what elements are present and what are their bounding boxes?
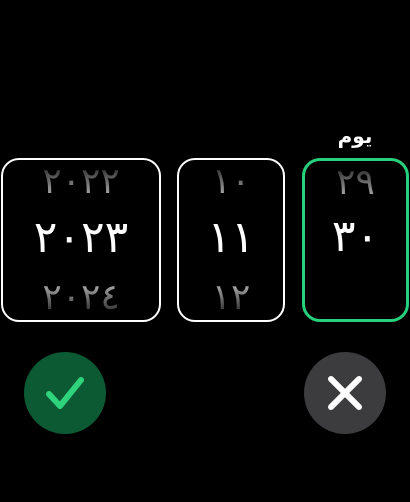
year-next-value[interactable]: ٢٠٢٤: [3, 280, 159, 316]
checkmark-icon: [46, 377, 84, 409]
year-prev-value[interactable]: ٢٠٢٢: [3, 164, 159, 200]
year-picker[interactable]: ٢٠٢٢ ٢٠٢٣ ٢٠٢٤: [1, 158, 161, 322]
confirm-button[interactable]: [24, 352, 106, 434]
day-picker[interactable]: ٢٩ ٣٠: [302, 158, 409, 322]
cancel-button[interactable]: [304, 352, 386, 434]
month-next-value[interactable]: ١٢: [179, 280, 283, 316]
day-prev-value[interactable]: ٢٩: [305, 165, 406, 201]
day-current-value: ٣٠: [331, 211, 380, 262]
close-icon: [328, 376, 362, 410]
month-picker[interactable]: ١٠ ١١ ١٢: [177, 158, 285, 322]
day-column-label: يوم: [337, 124, 373, 148]
year-current-value: ٢٠٢٣: [33, 212, 129, 263]
month-prev-value[interactable]: ١٠: [179, 164, 283, 200]
month-current-value: ١١: [207, 212, 255, 263]
